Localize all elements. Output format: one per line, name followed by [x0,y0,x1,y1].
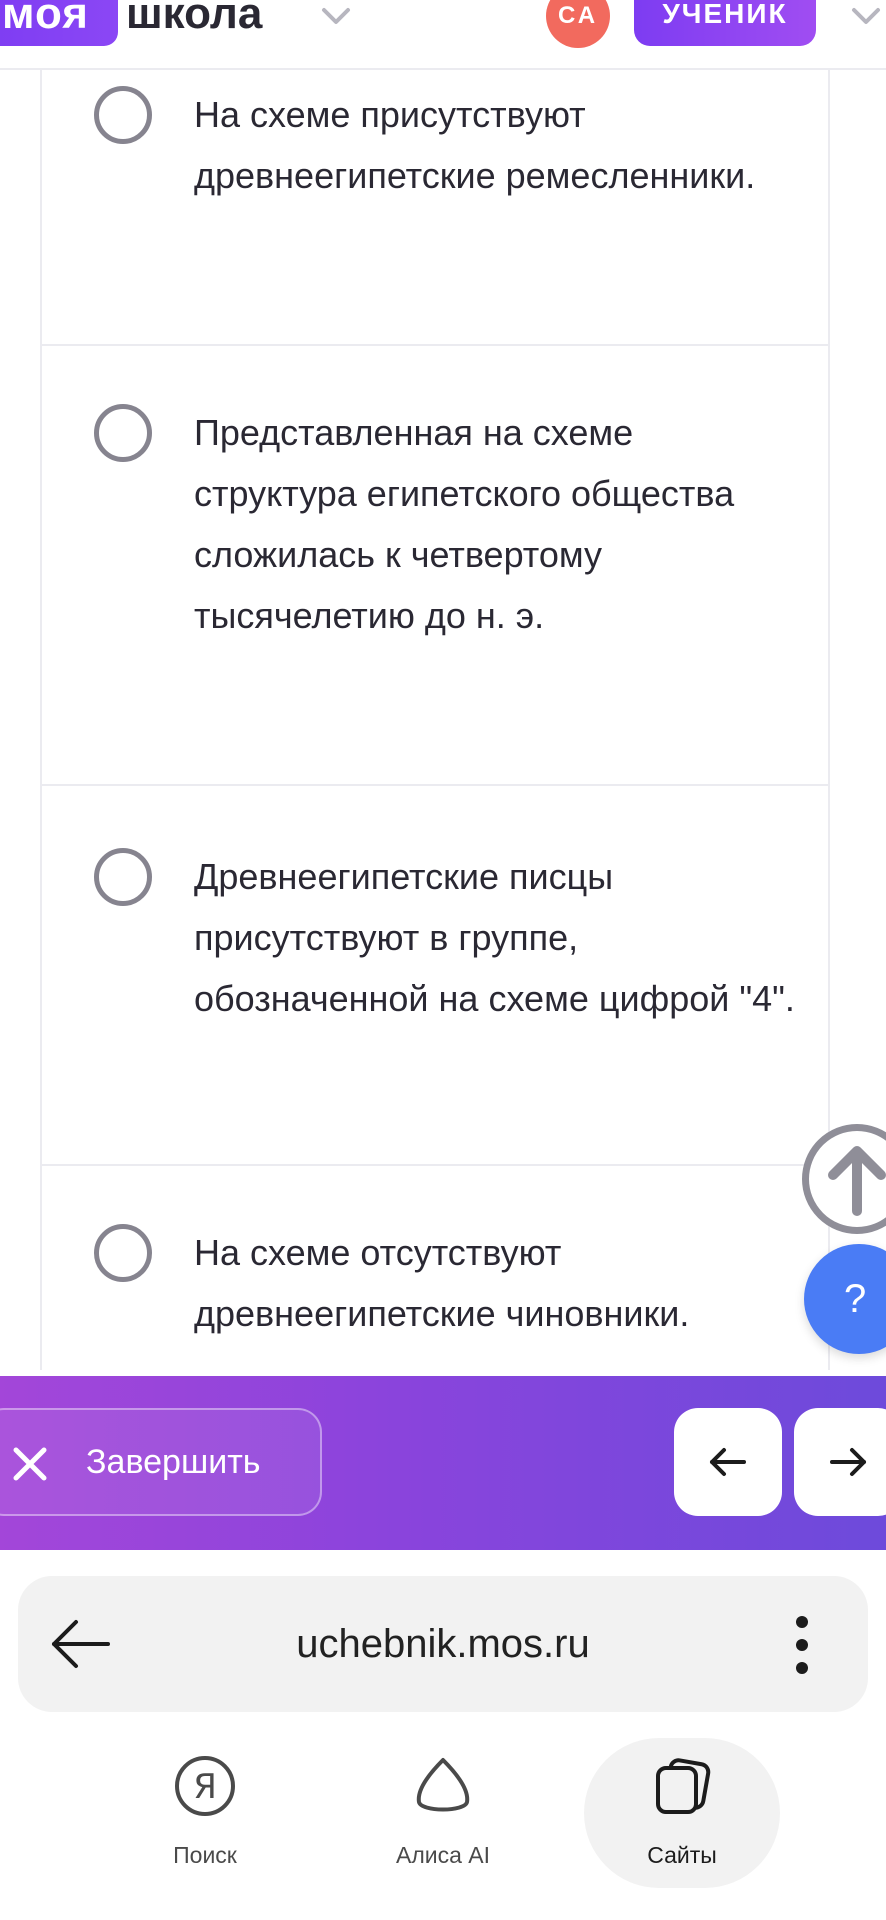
answer-option[interactable]: Представленная на схеме структура египет… [42,346,828,786]
logo-badge[interactable]: моя [0,0,118,46]
tabs-icon [656,1758,711,1814]
answer-options-list: На схеме присутствуют древнеегипетские р… [40,70,830,1370]
radio-button[interactable] [94,1224,152,1282]
logo-word[interactable]: школа [126,0,262,46]
browser-chrome: uchebnik.mos.ru Я Поиск Алиса AI Сайты [0,1550,886,1920]
option-text: На схеме отсутствуют древнеегипетские чи… [194,1232,690,1334]
chevron-down-icon[interactable] [846,2,886,32]
scroll-to-top-button[interactable] [802,1124,886,1234]
close-icon [13,1447,47,1481]
previous-question-button[interactable] [674,1408,782,1516]
tab-label: Поиск [173,1842,237,1868]
tab-search[interactable]: Я Поиск [105,1740,305,1900]
radio-button[interactable] [94,86,152,144]
top-header: моя школа СА УЧЕНИК [0,0,886,70]
app-root: моя школа СА УЧЕНИК На схеме присутствую… [0,0,886,1920]
arrow-up-icon [828,1146,886,1216]
tab-sites[interactable]: Сайты [582,1740,782,1900]
answer-option[interactable]: На схеме отсутствуют древнеегипетские чи… [42,1166,828,1370]
tab-label: Сайты [647,1842,717,1868]
tab-alice[interactable]: Алиса AI [343,1740,543,1900]
yandex-icon: Я [175,1756,235,1816]
test-action-bar: Завершить [0,1376,886,1550]
tab-label: Алиса AI [395,1842,491,1868]
answer-option[interactable]: Древнеегипетские писцы присутствуют в гр… [42,786,828,1166]
arrow-right-icon [830,1448,866,1476]
next-question-button[interactable] [794,1408,886,1516]
url-text[interactable]: uchebnik.mos.ru [18,1576,868,1712]
alice-icon [416,1758,470,1812]
option-text: Древнеегипетские писцы присутствуют в гр… [194,856,795,1019]
address-bar[interactable]: uchebnik.mos.ru [18,1576,868,1712]
finish-button[interactable]: Завершить [0,1408,322,1516]
svg-text:Я: Я [193,1767,217,1807]
more-vertical-icon[interactable] [790,1614,814,1676]
finish-label: Завершить [86,1443,261,1481]
role-badge[interactable]: УЧЕНИК [634,0,816,46]
radio-button[interactable] [94,848,152,906]
chevron-down-icon[interactable] [316,2,356,32]
avatar[interactable]: СА [546,0,610,48]
radio-button[interactable] [94,404,152,462]
option-text: На схеме присутствуют древнеегипетские р… [194,94,756,196]
answer-option[interactable]: На схеме присутствуют древнеегипетские р… [42,70,828,346]
option-text: Представленная на схеме структура египет… [194,412,735,636]
arrow-left-icon [710,1448,746,1476]
